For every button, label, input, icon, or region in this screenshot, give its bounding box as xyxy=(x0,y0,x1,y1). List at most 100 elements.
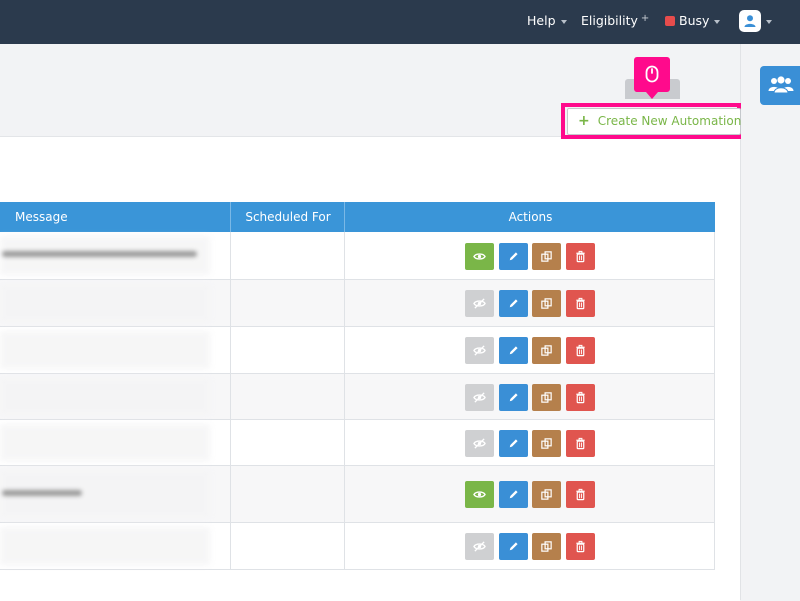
view-button[interactable] xyxy=(465,533,494,560)
copy-icon xyxy=(541,298,552,309)
edit-button[interactable] xyxy=(499,430,528,457)
redacted-message xyxy=(0,527,210,565)
edit-button[interactable] xyxy=(499,337,528,364)
status-menu[interactable]: Busy xyxy=(665,0,721,44)
edit-button[interactable] xyxy=(499,384,528,411)
pencil-icon xyxy=(509,346,518,355)
delete-button[interactable] xyxy=(566,290,595,317)
eligibility-label: Eligibility xyxy=(581,13,638,28)
pencil-icon xyxy=(509,542,518,551)
message-cell xyxy=(0,232,215,279)
duplicate-button[interactable] xyxy=(532,337,561,364)
view-button[interactable] xyxy=(465,337,494,364)
top-navbar: Help Eligibility + Busy xyxy=(0,0,800,44)
table-row xyxy=(0,232,715,280)
actions-cell xyxy=(344,232,715,279)
status-dot-icon xyxy=(665,15,675,26)
user-menu[interactable] xyxy=(739,0,772,44)
scheduled-for-cell xyxy=(230,374,344,419)
message-cell xyxy=(0,327,215,373)
duplicate-button[interactable] xyxy=(532,481,561,508)
eye-icon xyxy=(473,253,486,260)
message-cell xyxy=(0,280,215,326)
column-header-message: Message xyxy=(15,210,68,224)
table-row xyxy=(0,523,715,570)
table-row xyxy=(0,280,715,327)
delete-button[interactable] xyxy=(566,337,595,364)
actions-cell xyxy=(344,523,715,569)
edit-button[interactable] xyxy=(499,243,528,270)
right-rail xyxy=(740,44,800,600)
duplicate-button[interactable] xyxy=(532,430,561,457)
column-header-scheduled-for: Scheduled For xyxy=(230,202,345,232)
create-automation-label: Create New Automation xyxy=(597,114,742,128)
trash-icon xyxy=(576,297,585,310)
chevron-down-icon xyxy=(714,19,721,24)
eye-slash-icon xyxy=(473,298,486,309)
scheduled-for-cell xyxy=(230,523,344,569)
copy-icon xyxy=(541,489,552,500)
duplicate-button[interactable] xyxy=(532,384,561,411)
copy-icon xyxy=(541,438,552,449)
duplicate-button[interactable] xyxy=(532,533,561,560)
actions-cell xyxy=(344,420,715,465)
pencil-icon xyxy=(509,490,518,499)
table-row xyxy=(0,420,715,466)
help-menu[interactable]: Help xyxy=(527,0,567,44)
copy-icon xyxy=(541,345,552,356)
create-automation-button[interactable]: + Create New Automation xyxy=(567,108,741,135)
mouse-icon xyxy=(645,65,659,83)
duplicate-button[interactable] xyxy=(532,290,561,317)
edit-button[interactable] xyxy=(499,290,528,317)
delete-button[interactable] xyxy=(566,430,595,457)
view-button[interactable] xyxy=(465,430,494,457)
edit-button[interactable] xyxy=(499,533,528,560)
scheduled-for-cell xyxy=(230,466,344,522)
actions-cell xyxy=(344,374,715,419)
message-cell xyxy=(0,420,215,465)
pencil-icon xyxy=(509,252,518,261)
view-button[interactable] xyxy=(465,290,494,317)
scheduled-for-cell xyxy=(230,327,344,373)
eye-slash-icon xyxy=(473,438,486,449)
trash-icon xyxy=(576,437,585,450)
copy-icon xyxy=(541,251,552,262)
click-hint-marker xyxy=(634,57,670,99)
message-cell xyxy=(0,374,215,419)
redacted-message xyxy=(0,331,210,369)
status-label: Busy xyxy=(679,13,710,28)
edit-button[interactable] xyxy=(499,481,528,508)
users-icon xyxy=(768,76,794,94)
delete-button[interactable] xyxy=(566,533,595,560)
table-row xyxy=(0,374,715,420)
delete-button[interactable] xyxy=(566,384,595,411)
scheduled-for-cell xyxy=(230,232,344,279)
team-panel-button[interactable] xyxy=(760,66,800,105)
column-header-actions: Actions xyxy=(344,202,716,232)
table-header: Message Scheduled For Actions xyxy=(0,202,715,232)
chevron-down-icon xyxy=(766,19,772,24)
plus-icon: + xyxy=(578,113,590,129)
scheduled-for-cell xyxy=(230,420,344,465)
user-icon xyxy=(744,14,756,27)
eye-slash-icon xyxy=(473,392,486,403)
message-cell xyxy=(0,523,215,569)
table-row xyxy=(0,327,715,374)
table-row xyxy=(0,466,715,523)
view-button[interactable] xyxy=(465,481,494,508)
trash-icon xyxy=(576,344,585,357)
actions-cell xyxy=(344,466,715,522)
view-button[interactable] xyxy=(465,384,494,411)
view-button[interactable] xyxy=(465,243,494,270)
trash-icon xyxy=(576,488,585,501)
message-cell xyxy=(0,466,215,522)
chevron-down-icon xyxy=(560,19,567,24)
avatar xyxy=(739,9,761,32)
eligibility-menu[interactable]: Eligibility + xyxy=(581,0,649,44)
redacted-message xyxy=(0,378,210,415)
delete-button[interactable] xyxy=(566,243,595,270)
delete-button[interactable] xyxy=(566,481,595,508)
redacted-message xyxy=(0,284,210,322)
pencil-icon xyxy=(509,439,518,448)
duplicate-button[interactable] xyxy=(532,243,561,270)
